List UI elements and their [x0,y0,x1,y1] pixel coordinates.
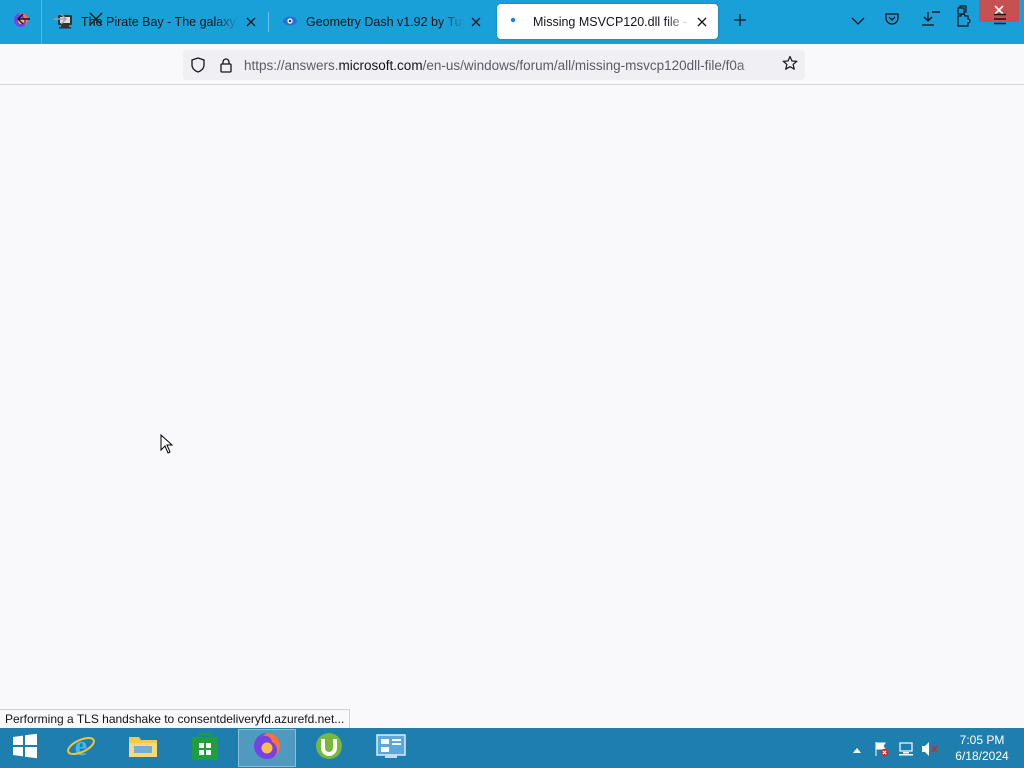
page-content-area[interactable] [0,85,1024,728]
arrow-right-icon [52,11,68,32]
tab-title: Missing MSVCP120.dll file - Microsoft Co… [533,14,690,29]
taskbar-internet-explorer[interactable]: e [52,729,110,767]
bookmark-star-button[interactable] [780,55,800,75]
internet-explorer-icon: e [66,731,96,766]
show-hidden-icons-button[interactable] [848,740,866,758]
url-path: /en-us/windows/forum/all/missing-msvcp12… [422,58,745,73]
tab-separator [268,12,269,32]
firefox-icon [252,731,282,766]
start-button[interactable] [0,729,50,767]
svg-text:e: e [75,731,87,761]
tracking-protection-shield-icon[interactable] [189,55,207,75]
url-host: microsoft.com [338,58,423,73]
list-all-tabs-button[interactable] [846,10,870,34]
pocket-button[interactable] [879,8,905,34]
chevron-down-icon [851,13,865,31]
utorrent-icon [314,731,344,766]
clock-date: 6/18/2024 [955,749,1009,763]
pocket-icon [884,11,900,32]
geometry-dash-eye-icon [282,13,298,32]
downloads-button[interactable] [915,8,941,34]
windows-logo-icon [12,733,38,764]
star-icon [782,55,798,76]
loading-dot-icon [509,12,525,31]
tab-title: Geometry Dash v1.92 by Tutosdescargas [306,15,464,29]
tab-geometry-dash[interactable]: Geometry Dash v1.92 by Tutosdescargas [270,0,492,44]
puzzle-icon [956,11,972,32]
stop-loading-button[interactable] [83,8,109,34]
action-center-flag-icon[interactable] [872,740,890,758]
new-tab-button[interactable] [728,10,752,34]
network-icon[interactable] [897,740,915,758]
stop-x-icon [89,12,103,31]
taskbar-windows-store[interactable] [176,729,234,767]
url-prefix: https://answers. [244,58,339,73]
folder-icon [127,732,159,765]
extensions-button[interactable] [951,8,977,34]
volume-muted-icon[interactable] [921,740,939,758]
control-panel-icon [375,732,407,765]
url-text[interactable]: https://answers.microsoft.com/en-us/wind… [244,57,770,75]
forward-button[interactable] [47,8,73,34]
tab-missing-msvcp120[interactable]: Missing MSVCP120.dll file - Microsoft Co… [497,4,718,39]
taskbar-clock[interactable]: 7:05 PM 6/18/2024 [946,732,1018,764]
taskbar-file-explorer[interactable] [114,729,172,767]
status-panel: Performing a TLS handshake to consentdel… [0,709,351,729]
close-tab-icon[interactable] [694,14,710,30]
menu-button[interactable] [987,8,1013,34]
taskbar-firefox[interactable] [238,729,296,767]
taskbar-control-panel[interactable] [362,729,420,767]
back-button[interactable] [11,8,37,34]
store-bag-icon [191,731,219,766]
taskbar-utorrent[interactable] [300,729,358,767]
mouse-cursor-icon [160,433,174,454]
chevron-up-icon [853,740,861,758]
download-icon [920,11,936,32]
hamburger-menu-icon [993,12,1007,30]
lock-icon[interactable] [218,55,234,75]
plus-icon [733,13,747,32]
close-tab-icon[interactable] [243,14,259,30]
close-tab-icon[interactable] [468,14,484,30]
tab-pirate-bay[interactable]: The Pirate Bay - The galaxy's most resil… [45,0,267,44]
arrow-left-icon [16,11,32,32]
clock-time: 7:05 PM [959,733,1005,747]
